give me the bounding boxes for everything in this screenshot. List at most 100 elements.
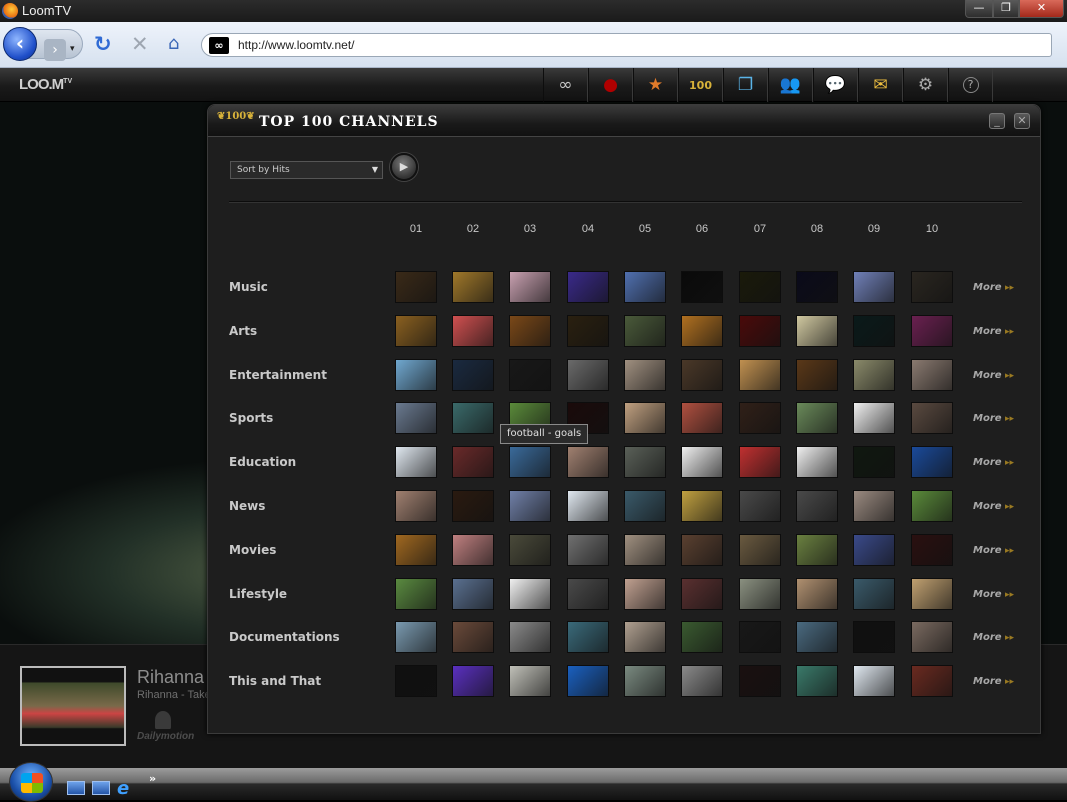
category-label[interactable]: Music xyxy=(229,280,268,294)
channel-thumbnail[interactable] xyxy=(395,665,437,698)
history-dropdown-icon[interactable]: ▾ xyxy=(70,44,75,54)
channel-thumbnail[interactable] xyxy=(853,358,895,391)
channel-thumbnail[interactable] xyxy=(452,314,494,347)
back-button[interactable]: ‹ xyxy=(3,27,37,61)
channel-thumbnail[interactable] xyxy=(452,446,494,479)
users-icon[interactable]: 👥 xyxy=(768,68,813,102)
quicklaunch-more-icon[interactable]: » xyxy=(149,772,156,785)
channel-thumbnail[interactable] xyxy=(681,577,723,610)
channel-thumbnail[interactable] xyxy=(509,314,551,347)
start-button[interactable] xyxy=(9,762,53,802)
dialog-minimize-button[interactable]: _ xyxy=(989,113,1005,129)
category-label[interactable]: Arts xyxy=(229,324,257,338)
channel-thumbnail[interactable] xyxy=(739,271,781,303)
channel-thumbnail[interactable] xyxy=(624,358,666,391)
url-text[interactable]: http://www.loomtv.net/ xyxy=(238,38,355,52)
more-link[interactable]: More ▸▸ xyxy=(973,457,1014,468)
channel-thumbnail[interactable] xyxy=(681,358,723,391)
channel-thumbnail[interactable] xyxy=(853,533,895,566)
mail-icon[interactable]: ✉ xyxy=(858,68,903,102)
channel-thumbnail[interactable] xyxy=(853,314,895,347)
channel-thumbnail[interactable] xyxy=(624,402,666,435)
channel-thumbnail[interactable] xyxy=(681,446,723,479)
channel-thumbnail[interactable] xyxy=(911,314,953,347)
channel-thumbnail[interactable] xyxy=(681,621,723,654)
channel-thumbnail[interactable] xyxy=(395,621,437,654)
channel-thumbnail[interactable] xyxy=(509,621,551,654)
channel-thumbnail[interactable] xyxy=(739,402,781,435)
channel-thumbnail[interactable] xyxy=(624,271,666,303)
channel-thumbnail[interactable] xyxy=(452,358,494,391)
category-label[interactable]: News xyxy=(229,499,265,513)
channel-thumbnail[interactable] xyxy=(567,358,609,391)
channel-thumbnail[interactable] xyxy=(567,446,609,479)
channel-thumbnail[interactable] xyxy=(452,621,494,654)
channel-thumbnail[interactable] xyxy=(509,665,551,698)
channel-thumbnail[interactable] xyxy=(681,271,723,303)
channel-thumbnail[interactable] xyxy=(681,490,723,522)
channel-thumbnail[interactable] xyxy=(853,446,895,479)
channel-thumbnail[interactable] xyxy=(624,621,666,654)
channel-thumbnail[interactable] xyxy=(624,665,666,698)
channel-thumbnail[interactable] xyxy=(796,314,838,347)
channel-thumbnail[interactable] xyxy=(509,358,551,391)
record-icon[interactable]: ● xyxy=(588,68,633,102)
channel-thumbnail[interactable] xyxy=(395,358,437,391)
minimize-window-button[interactable]: — xyxy=(965,0,993,18)
channel-thumbnail[interactable] xyxy=(452,533,494,566)
channel-thumbnail[interactable] xyxy=(509,533,551,566)
dialog-close-button[interactable]: ✕ xyxy=(1014,113,1030,129)
more-link[interactable]: More ▸▸ xyxy=(973,589,1014,600)
channel-thumbnail[interactable] xyxy=(911,577,953,610)
sort-select[interactable]: Sort by Hits ▼ xyxy=(230,161,383,179)
more-link[interactable]: More ▸▸ xyxy=(973,501,1014,512)
stop-icon[interactable]: ✕ xyxy=(131,32,149,56)
channel-thumbnail[interactable] xyxy=(395,402,437,435)
channel-thumbnail[interactable] xyxy=(796,402,838,435)
reload-icon[interactable]: ↻ xyxy=(94,32,112,56)
channel-thumbnail[interactable] xyxy=(796,271,838,303)
channel-thumbnail[interactable] xyxy=(796,358,838,391)
more-link[interactable]: More ▸▸ xyxy=(973,676,1014,687)
category-label[interactable]: This and That xyxy=(229,674,321,688)
loomtv-logo[interactable]: LOO.MTV xyxy=(19,76,72,93)
channel-thumbnail[interactable] xyxy=(452,490,494,522)
channel-thumbnail[interactable] xyxy=(739,533,781,566)
channel-thumbnail[interactable] xyxy=(395,533,437,566)
channel-thumbnail[interactable] xyxy=(567,490,609,522)
channel-thumbnail[interactable] xyxy=(911,402,953,435)
more-link[interactable]: More ▸▸ xyxy=(973,632,1014,643)
channel-thumbnail[interactable] xyxy=(739,314,781,347)
channel-thumbnail[interactable] xyxy=(911,533,953,566)
channel-thumbnail[interactable] xyxy=(739,621,781,654)
more-link[interactable]: More ▸▸ xyxy=(973,370,1014,381)
top100-laurel-icon[interactable]: 100 xyxy=(678,68,723,102)
channel-thumbnail[interactable] xyxy=(681,533,723,566)
channel-thumbnail[interactable] xyxy=(796,665,838,698)
channel-thumbnail[interactable] xyxy=(509,271,551,303)
channel-thumbnail[interactable] xyxy=(452,577,494,610)
channel-thumbnail[interactable] xyxy=(624,314,666,347)
channel-thumbnail[interactable] xyxy=(853,402,895,435)
channel-thumbnail[interactable] xyxy=(739,446,781,479)
more-link[interactable]: More ▸▸ xyxy=(973,326,1014,337)
more-link[interactable]: More ▸▸ xyxy=(973,282,1014,293)
channel-thumbnail[interactable] xyxy=(853,490,895,522)
close-window-button[interactable]: ✕ xyxy=(1019,0,1064,18)
channel-thumbnail[interactable] xyxy=(452,271,494,303)
channel-thumbnail[interactable] xyxy=(567,533,609,566)
channel-thumbnail[interactable] xyxy=(624,446,666,479)
channel-thumbnail[interactable] xyxy=(853,271,895,303)
channel-thumbnail[interactable] xyxy=(911,358,953,391)
channel-thumbnail[interactable] xyxy=(567,271,609,303)
home-icon[interactable]: ⌂ xyxy=(168,32,179,56)
channel-thumbnail[interactable] xyxy=(624,577,666,610)
switch-windows-icon[interactable] xyxy=(67,781,85,795)
channel-thumbnail[interactable] xyxy=(681,665,723,698)
maximize-window-button[interactable]: ❐ xyxy=(993,0,1019,18)
favorites-star-icon[interactable]: ★ xyxy=(633,68,678,102)
channel-thumbnail[interactable] xyxy=(796,533,838,566)
category-label[interactable]: Education xyxy=(229,455,296,469)
internet-explorer-icon[interactable]: e xyxy=(117,778,129,799)
channel-thumbnail[interactable] xyxy=(911,446,953,479)
